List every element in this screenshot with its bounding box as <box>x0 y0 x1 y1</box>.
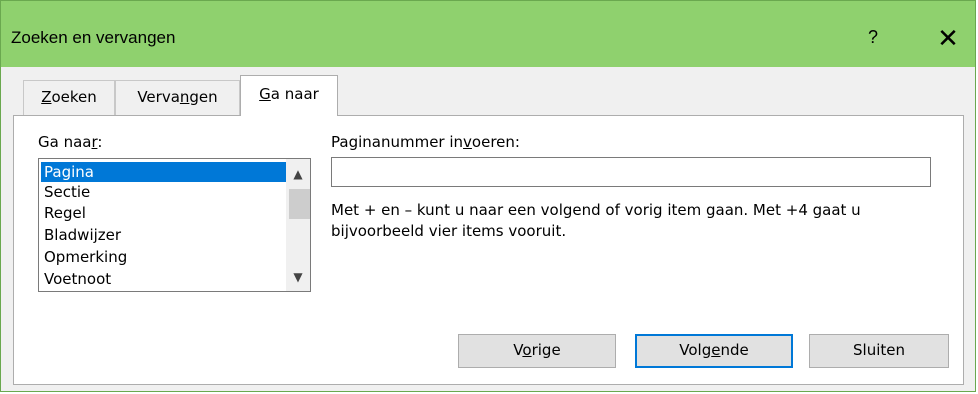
scrollbar-thumb[interactable] <box>289 189 310 219</box>
tab-label: oeken <box>51 88 97 106</box>
page-number-label-text: Paginanummer in <box>331 133 464 151</box>
list-item[interactable]: Bladwijzer <box>41 225 288 245</box>
list-item[interactable]: Pagina <box>41 162 288 182</box>
list-item[interactable]: Opmerking <box>41 247 288 267</box>
help-text: Met + en – kunt u naar een volgend of vo… <box>331 201 861 240</box>
button-label: nde <box>720 341 749 359</box>
page-number-input[interactable] <box>331 157 931 187</box>
next-button[interactable]: Volgende <box>635 334 793 368</box>
list-item[interactable]: Voetnoot <box>41 269 288 289</box>
goto-listbox[interactable]: Pagina Sectie Regel Bladwijzer Opmerking… <box>38 158 311 292</box>
scroll-up-icon[interactable]: ▲ <box>286 163 310 185</box>
goto-label: Ga naar: <box>38 133 102 151</box>
page-number-label: Paginanummer invoeren: <box>331 133 520 151</box>
previous-button[interactable]: Vorige <box>458 334 616 368</box>
tab-accesskey: n <box>179 88 190 106</box>
find-replace-dialog: Zoeken en vervangen ? ✕ Zoeken Vervangen… <box>0 0 976 392</box>
title-bar[interactable]: Zoeken en vervangen ? ✕ <box>1 1 975 67</box>
tab-label: gen <box>189 88 218 106</box>
page-number-label-text: oeren: <box>471 133 520 151</box>
button-accesskey: o <box>522 341 532 359</box>
window-title: Zoeken en vervangen <box>11 28 176 47</box>
button-label: rige <box>531 341 561 359</box>
tab-vervangen[interactable]: Vervangen <box>115 80 240 115</box>
tab-accesskey: G <box>259 85 271 103</box>
tab-label: a naar <box>270 85 319 103</box>
goto-label-text: Ga naa <box>38 133 92 151</box>
close-button[interactable]: Sluiten <box>809 334 949 368</box>
scroll-down-icon[interactable]: ▼ <box>286 266 310 288</box>
page-number-label-accesskey: v <box>463 133 472 151</box>
button-label: Volg <box>679 341 712 359</box>
tab-label: Verva <box>137 88 180 106</box>
tab-accesskey: Z <box>41 88 52 106</box>
listbox-scrollbar[interactable]: ▲ ▼ <box>286 159 310 291</box>
list-item[interactable]: Regel <box>41 203 288 223</box>
tab-ga-naar[interactable]: Ga naar <box>240 75 338 116</box>
help-icon[interactable]: ? <box>859 23 887 51</box>
tab-zoeken[interactable]: Zoeken <box>23 80 115 115</box>
goto-label-text: : <box>97 133 103 151</box>
close-icon[interactable]: ✕ <box>931 21 965 55</box>
list-item[interactable]: Sectie <box>41 182 288 202</box>
